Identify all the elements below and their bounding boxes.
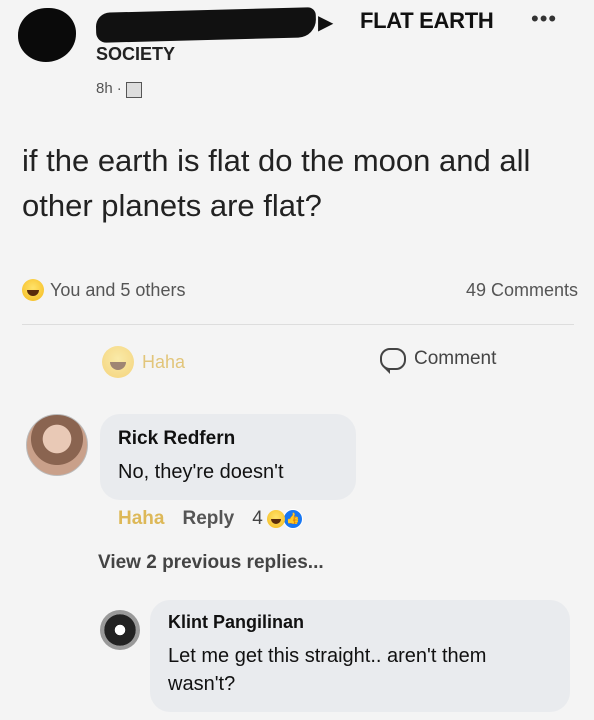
comment-button[interactable]: Comment — [380, 348, 497, 374]
comment-reaction-count[interactable]: 4 👍 — [252, 508, 303, 530]
comment-author[interactable]: Rick Redfern — [118, 428, 235, 450]
haha-emoji-icon — [266, 510, 285, 528]
reply-bubble: Klint Pangilinan Let me get this straigh… — [150, 600, 570, 712]
post-text: if the earth is flat do the moon and all… — [22, 143, 531, 223]
meta-separator: · — [116, 80, 122, 97]
reactions-row: You and 5 others 49 Comments — [22, 278, 578, 302]
divider — [22, 324, 574, 325]
haha-emoji-icon — [22, 279, 44, 301]
reply-text: Let me get this straight.. aren't them w… — [168, 645, 487, 695]
group-avatar-redacted[interactable] — [18, 8, 76, 62]
reaction-count-value: 4 — [252, 508, 263, 529]
comment-button-label: Comment — [414, 348, 497, 369]
post-meta: 8h · — [96, 80, 142, 98]
comments-count[interactable]: 49 Comments — [466, 280, 578, 301]
comment-haha-button[interactable]: Haha — [118, 508, 164, 530]
right-triangle-icon: ▶ — [318, 12, 334, 34]
haha-button-label: Haha — [142, 351, 186, 372]
post-time[interactable]: 8h — [96, 80, 113, 97]
comment-bubble-icon — [380, 348, 406, 374]
haha-emoji-icon — [102, 346, 134, 378]
like-badge-icon: 👍 — [282, 509, 303, 529]
reactions-summary[interactable]: You and 5 others — [22, 279, 185, 301]
globe-icon — [125, 81, 142, 98]
view-previous-replies-link[interactable]: View 2 previous replies... — [98, 552, 324, 574]
group-name[interactable]: FLAT EARTH — [360, 8, 494, 34]
reply-author[interactable]: Klint Pangilinan — [168, 612, 304, 633]
comment-bubble: Rick Redfern No, they're doesn't — [100, 414, 356, 500]
comment-text: No, they're doesn't — [118, 461, 284, 483]
post-action-bar: Haha Comment — [22, 340, 574, 388]
group-name-continued[interactable]: SOCIETY — [96, 44, 175, 65]
comment-reply-button[interactable]: Reply — [182, 508, 234, 530]
reactions-summary-text: You and 5 others — [50, 279, 186, 300]
redacted-author-name — [95, 7, 317, 43]
avatar[interactable] — [26, 414, 88, 476]
haha-button[interactable]: Haha — [102, 346, 185, 378]
more-dots-icon[interactable]: ••• — [531, 6, 557, 32]
avatar[interactable] — [100, 610, 140, 650]
comment-actions: Haha Reply 4 👍 — [118, 508, 303, 530]
post-header: ▶ FLAT EARTH ••• SOCIETY 8h · — [0, 0, 594, 120]
